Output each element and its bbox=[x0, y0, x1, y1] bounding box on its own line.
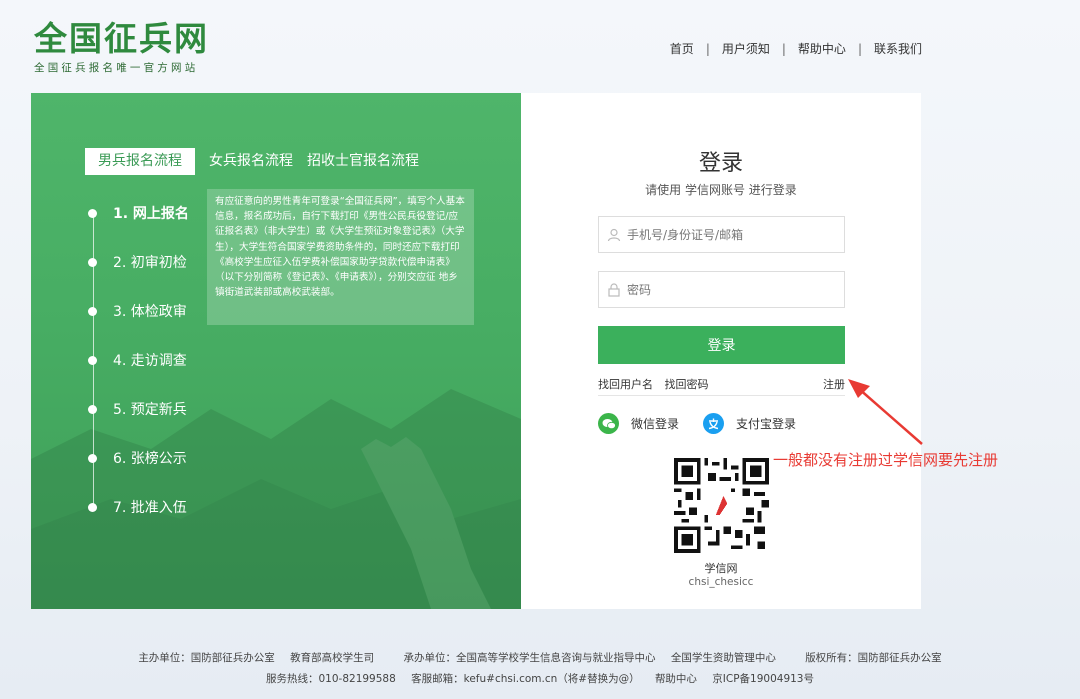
step-online-registration[interactable]: 1. 网上报名 bbox=[88, 203, 189, 223]
footer-help-link[interactable]: 帮助中心 bbox=[655, 673, 697, 685]
process-panel: 男兵报名流程 女兵报名流程 招收士官报名流程 1. 网上报名 2. 初审初检 3… bbox=[31, 93, 521, 609]
footer-email: 客服邮箱：kefu#chsi.com.cn（将#替换为@） bbox=[411, 673, 640, 685]
step-label: 5. 预定新兵 bbox=[113, 402, 187, 418]
nav-separator: | bbox=[781, 41, 786, 56]
tab-nco-process[interactable]: 招收士官报名流程 bbox=[307, 148, 419, 175]
top-nav: 首页 | 用户须知 | 帮助中心 | 联系我们 bbox=[670, 40, 922, 57]
logo-title: 全国征兵网 bbox=[34, 19, 209, 58]
step-public-notice[interactable]: 6. 张榜公示 bbox=[88, 448, 187, 468]
footer-copyright: 版权所有：国防部征兵办公室 bbox=[805, 652, 942, 664]
password-field[interactable] bbox=[598, 271, 845, 308]
footer-icp[interactable]: 京ICP备19004913号 bbox=[712, 673, 814, 685]
wechat-login-button[interactable]: 微信登录 bbox=[598, 413, 679, 434]
step-label: 3. 体检政审 bbox=[113, 304, 187, 320]
wechat-login-label: 微信登录 bbox=[631, 417, 680, 431]
site-logo[interactable]: 全国征兵网 全国征兵报名唯一官方网站 bbox=[34, 20, 209, 75]
password-input[interactable] bbox=[627, 282, 827, 297]
step-label: 7. 批准入伍 bbox=[113, 500, 187, 516]
login-subtitle: 请使用 学信网账号 进行登录 bbox=[645, 183, 797, 197]
footer-line-1: 主办单位：国防部征兵办公室 教育部高校学生司 承办单位：全国高等学校学生信息咨询… bbox=[0, 650, 1080, 665]
nav-user-notice[interactable]: 用户须知 bbox=[722, 40, 770, 57]
divider bbox=[598, 395, 845, 396]
step-dot bbox=[88, 453, 97, 463]
step-label: 4. 走访调查 bbox=[113, 353, 187, 369]
step-dot bbox=[88, 208, 97, 218]
step-initial-check[interactable]: 2. 初审初检 bbox=[88, 252, 187, 272]
qr-caption-name: 学信网 bbox=[704, 562, 738, 575]
footer-host: 主办单位：国防部征兵办公室 bbox=[138, 652, 275, 664]
user-icon bbox=[607, 228, 621, 241]
step-info-box: 有应征意向的男性青年可登录“全国征兵网”，填写个人基本信息，报名成功后，自行下载… bbox=[207, 189, 474, 325]
annotation-note: 一般都没有注册过学信网要先注册 bbox=[773, 451, 999, 469]
step-dot bbox=[88, 355, 97, 365]
tab-male-process[interactable]: 男兵报名流程 bbox=[85, 148, 195, 175]
username-input[interactable] bbox=[627, 227, 827, 242]
alipay-login-label: 支付宝登录 bbox=[736, 417, 797, 431]
login-panel: 登录 请使用 学信网账号 进行登录 登录 找回用户名 找回密码 注册 微信登录 bbox=[521, 93, 921, 609]
step-dot bbox=[88, 306, 97, 316]
footer-hotline: 服务热线：010-82199588 bbox=[266, 673, 396, 685]
step-physical-exam[interactable]: 3. 体检政审 bbox=[88, 301, 187, 321]
step-label: 6. 张榜公示 bbox=[113, 451, 187, 467]
footer-ministry: 教育部高校学生司 bbox=[290, 652, 375, 664]
account-links: 找回用户名 找回密码 注册 bbox=[598, 376, 845, 392]
step-visit-survey[interactable]: 4. 走访调查 bbox=[88, 350, 187, 370]
footer-line-2: 服务热线：010-82199588 客服邮箱：kefu#chsi.com.cn（… bbox=[0, 671, 1080, 686]
step-dot bbox=[88, 404, 97, 414]
nav-home[interactable]: 首页 bbox=[670, 40, 694, 57]
footer-organizer: 承办单位：全国高等学校学生信息咨询与就业指导中心 bbox=[403, 652, 656, 664]
find-password-link[interactable]: 找回密码 bbox=[665, 378, 709, 391]
step-pre-selection[interactable]: 5. 预定新兵 bbox=[88, 399, 187, 419]
nav-contact[interactable]: 联系我们 bbox=[874, 40, 922, 57]
login-button[interactable]: 登录 bbox=[598, 326, 845, 364]
step-dot bbox=[88, 502, 97, 512]
lock-icon bbox=[608, 282, 620, 297]
qr-caption-id: chsi_chesicc bbox=[688, 576, 754, 588]
wechat-icon bbox=[598, 413, 619, 434]
footer-funding-center: 全国学生资助管理中心 bbox=[670, 652, 776, 664]
step-dot bbox=[88, 257, 97, 267]
alipay-icon bbox=[703, 413, 724, 434]
tab-female-process[interactable]: 女兵报名流程 bbox=[209, 148, 293, 175]
username-field[interactable] bbox=[598, 216, 845, 253]
qr-code-image bbox=[674, 458, 769, 553]
nav-separator: | bbox=[857, 41, 862, 56]
process-tabs: 男兵报名流程 女兵报名流程 招收士官报名流程 bbox=[85, 148, 433, 175]
nav-separator: | bbox=[705, 41, 710, 56]
step-label: 2. 初审初检 bbox=[113, 255, 187, 271]
annotation-arrow-icon bbox=[848, 379, 923, 445]
login-title: 登录 bbox=[698, 151, 743, 176]
step-enlistment-approval[interactable]: 7. 批准入伍 bbox=[88, 497, 187, 517]
alipay-login-button[interactable]: 支付宝登录 bbox=[703, 413, 796, 434]
step-label: 1. 网上报名 bbox=[113, 206, 189, 222]
nav-help-center[interactable]: 帮助中心 bbox=[798, 40, 846, 57]
logo-subtitle: 全国征兵报名唯一官方网站 bbox=[34, 62, 199, 74]
find-username-link[interactable]: 找回用户名 bbox=[598, 378, 653, 391]
